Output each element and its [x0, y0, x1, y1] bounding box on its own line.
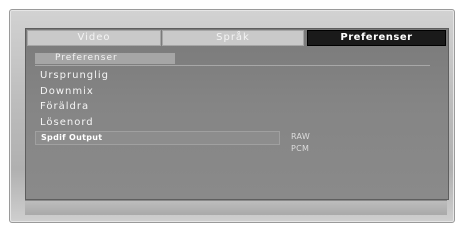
tab-video-label: Video [77, 32, 111, 43]
menu-item-label: Lösenord [40, 117, 94, 128]
tab-video[interactable]: Video [27, 30, 161, 46]
spdif-option-label: RAW [291, 132, 311, 141]
tab-sprak[interactable]: Språk [162, 30, 304, 46]
section-title: Preferenser [55, 53, 118, 63]
menu-item-label: Spdif Output [41, 133, 103, 142]
tab-preferenser[interactable]: Preferenser [307, 30, 446, 46]
menu-item-foraldra[interactable]: Föräldra [40, 101, 89, 113]
tab-sprak-label: Språk [216, 32, 250, 43]
divider [35, 65, 430, 66]
tab-preferenser-label: Preferenser [340, 32, 413, 43]
menu-item-label: Downmix [40, 86, 94, 97]
bottom-bar [25, 200, 447, 215]
spdif-option-raw[interactable]: RAW [291, 132, 310, 142]
menu-item-label: Ursprunglig [40, 70, 110, 81]
menu-item-ursprunglig[interactable]: Ursprunglig [40, 70, 109, 82]
section-header: Preferenser [35, 53, 175, 64]
menu-item-spdif-output[interactable]: Spdif Output [35, 131, 280, 145]
menu-item-losenord[interactable]: Lösenord [40, 117, 94, 129]
spdif-option-pcm[interactable]: PCM [291, 144, 309, 154]
menu-item-label: Föräldra [40, 101, 90, 112]
menu-item-downmix[interactable]: Downmix [40, 86, 94, 98]
spdif-option-label: PCM [291, 144, 310, 153]
